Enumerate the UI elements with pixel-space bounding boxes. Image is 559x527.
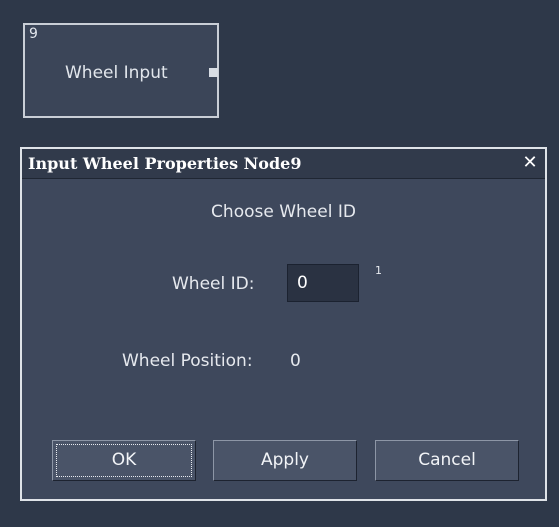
properties-dialog: Input Wheel Properties Node9 ✕ Choose Wh… <box>20 147 547 501</box>
ok-button-label: OK <box>56 444 192 477</box>
choose-wheel-caption: Choose Wheel ID <box>211 202 356 222</box>
dialog-titlebar[interactable]: Input Wheel Properties Node9 ✕ <box>22 149 545 179</box>
wheel-id-label: Wheel ID: <box>172 274 255 294</box>
cancel-button[interactable]: Cancel <box>375 440 519 481</box>
wheel-position-label: Wheel Position: <box>122 351 253 371</box>
wheel-input-node[interactable]: 9 Wheel Input <box>23 23 219 118</box>
node-id: 9 <box>29 26 38 42</box>
wheel-id-input[interactable]: 0 <box>287 264 359 302</box>
output-port-icon[interactable] <box>209 68 218 77</box>
wheel-id-hint: 1 <box>375 264 382 277</box>
apply-button[interactable]: Apply <box>213 440 357 481</box>
close-icon[interactable]: ✕ <box>521 153 539 173</box>
ok-button[interactable]: OK <box>52 440 196 481</box>
wheel-position-value: 0 <box>290 351 301 371</box>
dialog-title: Input Wheel Properties Node9 <box>28 154 302 173</box>
node-label: Wheel Input <box>65 63 168 83</box>
